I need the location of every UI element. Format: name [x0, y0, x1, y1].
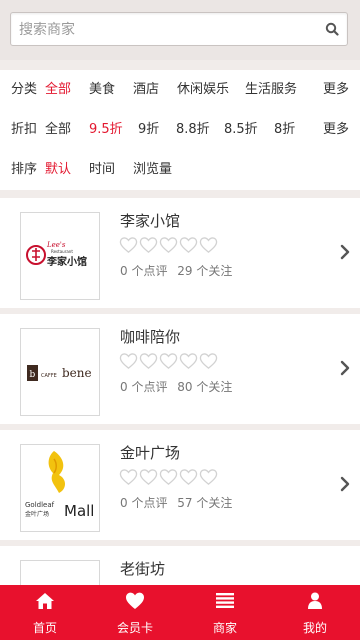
header-bar	[0, 0, 360, 60]
discount-more-button[interactable]: 更多	[323, 110, 349, 150]
heart-outline-icon	[139, 237, 158, 254]
merchant-stats: 0 个点评 80 个关注	[120, 378, 238, 395]
discount-option-95[interactable]: 9.5折	[89, 110, 123, 150]
category-option-life-services[interactable]: 生活服务	[245, 70, 297, 110]
sort-option-views[interactable]: 浏览量	[133, 150, 172, 190]
chevron-right-icon[interactable]	[340, 244, 350, 260]
svg-text:Mall: Mall	[64, 502, 94, 520]
follow-count: 57 个关注	[177, 496, 233, 510]
merchant-item-lijia[interactable]: Lee's Restaurant 李家小馆 李家小馆 0 个点评 29 个关注	[0, 198, 360, 308]
svg-text:bene: bene	[62, 366, 92, 380]
review-count: 0 个点评	[120, 496, 168, 510]
discount-option-85[interactable]: 8.5折	[224, 110, 258, 150]
lees-restaurant-logo-image: Lee's Restaurant 李家小馆	[26, 241, 87, 268]
svg-text:b: b	[30, 370, 36, 380]
heart-outline-icon	[119, 237, 138, 254]
merchant-name[interactable]: 金叶广场	[120, 442, 180, 463]
merchant-list: Lee's Restaurant 李家小馆 李家小馆 0 个点评 29 个关注 …	[0, 198, 360, 590]
discount-option-88[interactable]: 8.8折	[176, 110, 210, 150]
sort-filter-row: 排序 默认 时间 浏览量	[0, 150, 360, 190]
heart-outline-icon	[139, 469, 158, 486]
heart-outline-icon	[199, 237, 218, 254]
merchant-stats: 0 个点评 57 个关注	[120, 494, 238, 511]
merchant-name[interactable]: 李家小馆	[120, 210, 180, 231]
category-more-button[interactable]: 更多	[323, 70, 349, 110]
rating-hearts	[119, 352, 219, 372]
heart-icon	[126, 592, 144, 609]
category-option-all[interactable]: 全部	[45, 70, 71, 110]
rating-hearts	[119, 236, 219, 256]
heart-outline-icon	[119, 353, 138, 370]
category-filter-label: 分类	[11, 82, 38, 97]
review-count: 0 个点评	[120, 380, 168, 394]
merchant-name[interactable]: 老街坊	[120, 558, 165, 579]
merchant-item-caffebene[interactable]: b CAFFE bene 咖啡陪你 0 个点评 80 个关注	[0, 314, 360, 424]
svg-text:Restaurant: Restaurant	[51, 249, 73, 254]
category-option-hotel[interactable]: 酒店	[133, 70, 159, 110]
merchant-logo: Goldleaf 金叶广场 Mall	[20, 444, 100, 532]
heart-outline-icon	[179, 237, 198, 254]
merchant-item-laojiefang[interactable]: 老街坊	[0, 546, 360, 590]
nav-tab-merchants[interactable]: 商家	[180, 585, 270, 640]
heart-outline-icon	[179, 469, 198, 486]
heart-outline-icon	[119, 469, 138, 486]
discount-option-80[interactable]: 8折	[274, 110, 295, 150]
discount-option-90[interactable]: 9折	[138, 110, 159, 150]
heart-outline-icon	[159, 469, 178, 486]
home-icon	[36, 593, 54, 609]
search-icon[interactable]	[325, 22, 339, 36]
nav-label-merchants: 商家	[212, 621, 237, 635]
sort-option-default[interactable]: 默认	[45, 150, 71, 190]
heart-outline-icon	[179, 353, 198, 370]
svg-text:李家小馆: 李家小馆	[46, 255, 87, 268]
merchant-logo: b CAFFE bene	[20, 328, 100, 416]
search-box[interactable]	[10, 12, 348, 46]
bottom-nav: 首页 会员卡 商家 我的	[0, 585, 360, 640]
nav-tab-home[interactable]: 首页	[0, 585, 90, 640]
nav-tab-mine[interactable]: 我的	[270, 585, 360, 640]
svg-text:Lee's: Lee's	[46, 241, 66, 249]
chevron-right-icon[interactable]	[340, 360, 350, 376]
merchant-name[interactable]: 咖啡陪你	[120, 326, 180, 347]
sort-filter-label: 排序	[11, 162, 38, 177]
nav-label-member-card: 会员卡	[116, 621, 153, 635]
svg-text:Goldleaf: Goldleaf	[25, 501, 55, 509]
sort-option-time[interactable]: 时间	[89, 150, 115, 190]
heart-outline-icon	[139, 353, 158, 370]
heart-outline-icon	[199, 469, 218, 486]
nav-label-mine: 我的	[302, 621, 327, 635]
category-option-leisure[interactable]: 休闲娱乐	[177, 70, 229, 110]
follow-count: 29 个关注	[177, 264, 233, 278]
nav-tab-member-card[interactable]: 会员卡	[90, 585, 180, 640]
merchant-stats: 0 个点评 29 个关注	[120, 262, 238, 279]
user-icon	[308, 592, 322, 609]
caffebene-logo-image: b CAFFE bene	[27, 365, 92, 381]
discount-filter-label: 折扣	[11, 122, 38, 137]
discount-option-all[interactable]: 全部	[45, 110, 71, 150]
category-filter-row: 分类 全部 美食 酒店 休闲娱乐 生活服务 更多	[0, 70, 360, 110]
nav-label-home: 首页	[32, 621, 57, 635]
follow-count: 80 个关注	[177, 380, 233, 394]
goldleaf-mall-logo-image: Goldleaf 金叶广场 Mall	[25, 451, 94, 520]
rating-hearts	[119, 468, 219, 488]
category-option-food[interactable]: 美食	[89, 70, 115, 110]
list-icon	[216, 593, 234, 608]
heart-outline-icon	[199, 353, 218, 370]
review-count: 0 个点评	[120, 264, 168, 278]
heart-outline-icon	[159, 237, 178, 254]
chevron-right-icon[interactable]	[340, 476, 350, 492]
svg-text:金叶广场: 金叶广场	[25, 510, 49, 518]
discount-filter-row: 折扣 全部 9.5折 9折 8.8折 8.5折 8折 更多	[0, 110, 360, 150]
merchant-item-goldleaf[interactable]: Goldleaf 金叶广场 Mall 金叶广场 0 个点评 57 个关注	[0, 430, 360, 540]
filter-panel: 分类 全部 美食 酒店 休闲娱乐 生活服务 更多 折扣 全部 9.5折 9折 8…	[0, 70, 360, 190]
merchant-logo: Lee's Restaurant 李家小馆	[20, 212, 100, 300]
search-input[interactable]	[17, 17, 321, 43]
heart-outline-icon	[159, 353, 178, 370]
svg-text:CAFFE: CAFFE	[41, 373, 57, 379]
